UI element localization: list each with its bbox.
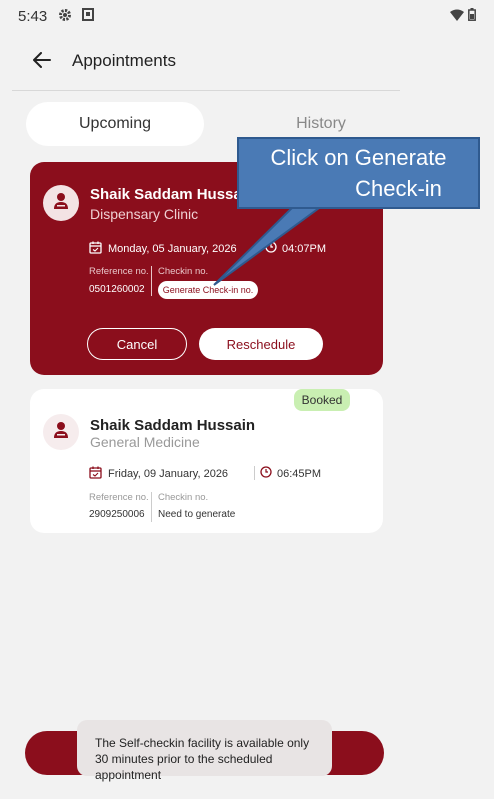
department-name: Dispensary Clinic <box>90 206 199 222</box>
wifi-icon <box>450 8 464 26</box>
appointment-time: 06:45PM <box>260 466 321 481</box>
clock-icon <box>265 241 277 256</box>
generate-checkin-button[interactable]: Generate Check-in no. <box>158 281 258 299</box>
status-badge: Booked <box>294 389 350 411</box>
reference-label: Reference no. <box>89 492 149 503</box>
time-text: 04:07PM <box>282 242 327 255</box>
status-bar: 5:43 <box>0 0 494 36</box>
patient-name: Shaik Saddam Hussain <box>90 417 256 434</box>
divider <box>254 466 255 480</box>
patient-name: Shaik Saddam Hussain <box>90 186 256 203</box>
calendar-icon <box>89 466 102 482</box>
avatar <box>43 414 79 450</box>
battery-icon <box>468 8 476 26</box>
tab-upcoming[interactable]: Upcoming <box>26 102 204 146</box>
callout-line2: Check-in <box>355 176 442 201</box>
appointment-card-booked[interactable]: Booked Shaik Saddam Hussain General Medi… <box>30 389 383 533</box>
reference-number: 0501260002 <box>89 284 145 295</box>
divider <box>151 492 152 522</box>
reference-label: Reference no. <box>89 266 149 277</box>
annotation-callout: Click on Generate Check-in <box>237 137 480 209</box>
header-divider <box>12 90 400 91</box>
time-text: 06:45PM <box>277 467 322 480</box>
checkin-label: Checkin no. <box>158 266 209 277</box>
page-title: Appointments <box>72 51 176 70</box>
date-text: Monday, 05 January, 2026 <box>108 243 237 255</box>
clock-icon <box>260 466 272 481</box>
toast-message: The Self-checkin facility is available o… <box>77 720 332 782</box>
reference-number: 2909250006 <box>89 509 145 520</box>
callout-line1: Click on Generate <box>270 145 447 170</box>
app-header: Appointments <box>0 36 494 90</box>
calendar-icon <box>89 241 102 257</box>
appointment-time: 04:07PM <box>265 241 326 256</box>
notification-icon <box>82 8 94 27</box>
gear-icon <box>58 8 72 27</box>
department-name: General Medicine <box>90 434 200 450</box>
cancel-button[interactable]: Cancel <box>87 328 187 360</box>
status-time: 5:43 <box>18 8 48 25</box>
date-text: Friday, 09 January, 2026 <box>108 468 229 480</box>
reschedule-button[interactable]: Reschedule <box>199 328 323 360</box>
appointment-date: Friday, 09 January, 2026 <box>89 466 228 482</box>
checkin-status: Need to generate <box>158 509 236 520</box>
appointment-date: Monday, 05 January, 2026 <box>89 241 237 257</box>
checkin-label: Checkin no. <box>158 492 209 503</box>
avatar <box>43 185 79 221</box>
arrow-left-icon <box>33 51 51 73</box>
divider <box>151 266 152 296</box>
person-icon <box>53 421 69 444</box>
back-button[interactable] <box>28 48 56 76</box>
person-icon <box>53 192 69 215</box>
